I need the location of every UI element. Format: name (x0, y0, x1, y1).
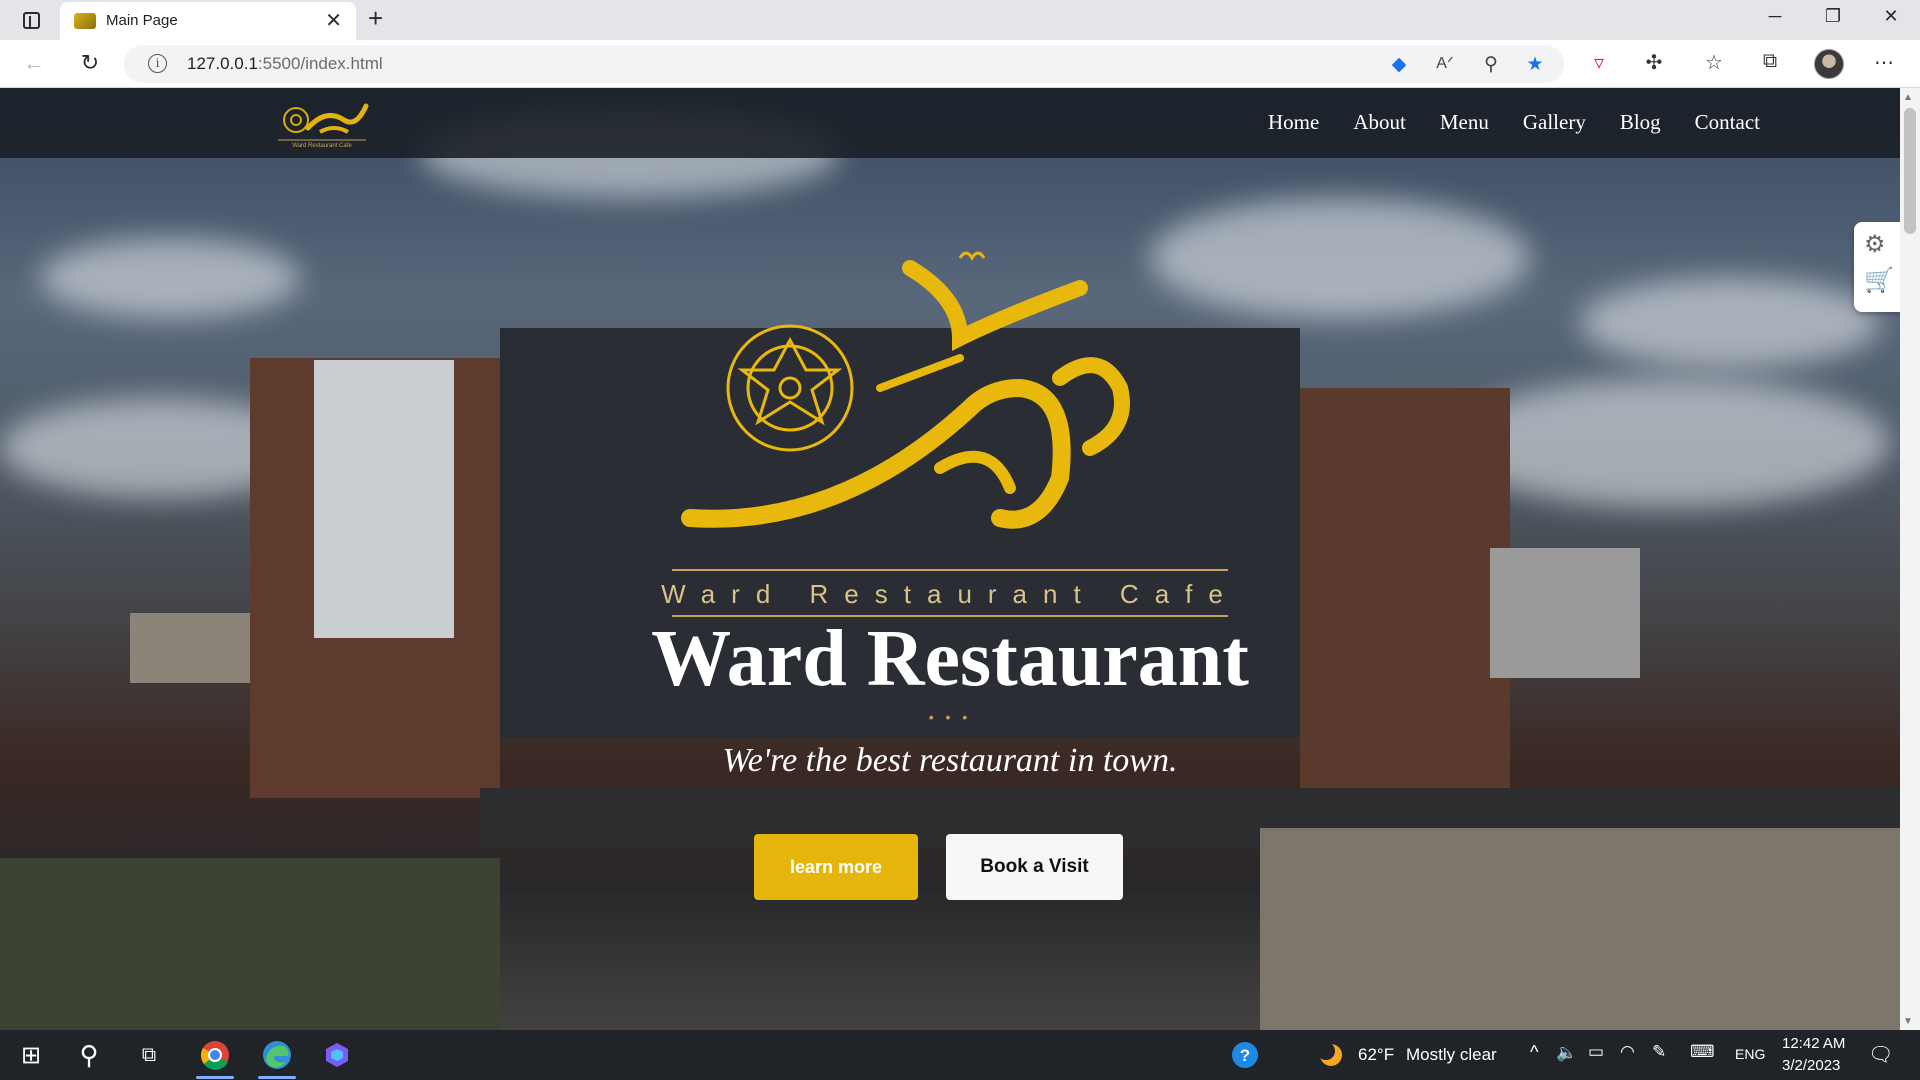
hero-logo-tagline: Ward Restaurant Cafe (661, 579, 1239, 609)
learn-more-button[interactable]: learn more (754, 834, 918, 900)
cart-icon[interactable]: 🛒 (1864, 266, 1894, 295)
volume-icon[interactable]: 🔈 (1556, 1043, 1577, 1063)
notifications-icon[interactable]: 🗨 (1868, 1042, 1893, 1067)
address-bar: ← ↻ i 127.0.0.1:5500/index.html ◆ Aᐟ ⚲ ★… (0, 40, 1920, 88)
tab-actions-icon[interactable] (14, 8, 48, 32)
rocks-foreground (1260, 828, 1900, 1030)
page-viewport: Ward Restaurant Cafe Home About Menu Gal… (0, 88, 1900, 1030)
profile-avatar[interactable] (1814, 49, 1844, 79)
taskbar: ⊞ ⚲ ⧉ ? 62°F Mostly clear ^ 🔈 ▭ ◠ ✎ ⌨ EN… (0, 1030, 1920, 1080)
chrome-icon[interactable] (196, 1038, 234, 1072)
nav-home[interactable]: Home (1268, 110, 1319, 135)
tab-bar: Main Page ✕ + ─ ❐ ✕ (0, 0, 1920, 40)
pen-icon[interactable]: ✎ (1652, 1042, 1666, 1062)
site-header: Ward Restaurant Cafe Home About Menu Gal… (0, 88, 1900, 158)
nav-gallery[interactable]: Gallery (1523, 110, 1586, 135)
header-logo-tagline: Ward Restaurant Cafe (292, 143, 352, 148)
edge-active-indicator (258, 1076, 296, 1079)
read-aloud-icon[interactable]: Aᐟ (1432, 53, 1458, 73)
cloud (1450, 378, 1890, 508)
edge-icon[interactable] (258, 1038, 296, 1072)
nav-menu[interactable]: Menu (1440, 110, 1489, 135)
refresh-icon[interactable]: ↻ (76, 50, 104, 76)
nav-blog[interactable]: Blog (1620, 110, 1661, 135)
favorite-star-icon[interactable]: ★ (1522, 53, 1548, 76)
nav-contact[interactable]: Contact (1695, 110, 1760, 135)
more-menu-icon[interactable]: ⋯ (1870, 50, 1898, 75)
minimize-icon[interactable]: ─ (1752, 6, 1798, 27)
weather-temp[interactable]: 62°F (1358, 1045, 1394, 1065)
clock-date[interactable]: 3/2/2023 (1782, 1057, 1840, 1074)
scrollbar-thumb[interactable] (1904, 108, 1916, 234)
nav-about[interactable]: About (1353, 110, 1406, 135)
hero-logo: Ward Restaurant Cafe (661, 251, 1239, 617)
scroll-up-arrow-icon[interactable]: ▲ (1903, 92, 1913, 103)
plants-foreground (0, 858, 500, 1030)
hero-divider-dots: • • • (928, 709, 972, 725)
weather-text[interactable]: Mostly clear (1406, 1045, 1497, 1065)
collections-icon[interactable]: ⧉ (1756, 50, 1784, 73)
battery-icon[interactable]: ▭ (1588, 1042, 1604, 1062)
tab-title: Main Page (106, 12, 178, 29)
url-path: :5500/index.html (257, 54, 383, 73)
favorites-icon[interactable]: ☆ (1700, 50, 1728, 75)
book-visit-button[interactable]: Book a Visit (946, 834, 1123, 900)
settings-gear-icon[interactable]: ⚙ (1864, 230, 1886, 259)
main-nav: Home About Menu Gallery Blog Contact (1268, 110, 1760, 135)
help-icon[interactable]: ? (1228, 1038, 1262, 1072)
cloud (1580, 278, 1880, 368)
close-window-icon[interactable]: ✕ (1868, 6, 1914, 27)
weather-moon-icon[interactable] (1316, 1038, 1346, 1072)
scroll-down-arrow-icon[interactable]: ▼ (1903, 1016, 1913, 1027)
windows-start-icon[interactable]: ⊞ (12, 1038, 50, 1072)
wifi-icon[interactable]: ◠ (1620, 1042, 1635, 1062)
search-icon[interactable]: ⚲ (70, 1038, 108, 1072)
side-widget: ⚙ 🛒 (1854, 222, 1900, 312)
language-indicator[interactable]: ENG (1735, 1046, 1765, 1062)
app-icon[interactable] (318, 1038, 356, 1072)
site-info-icon[interactable]: i (148, 54, 167, 73)
back-icon[interactable]: ← (20, 50, 48, 76)
url-host: 127.0.0.1 (187, 54, 258, 73)
svg-text:?: ? (1240, 1046, 1250, 1065)
zoom-out-icon[interactable]: ⚲ (1478, 53, 1504, 76)
extension-pocket-icon[interactable]: ▿ (1585, 50, 1613, 75)
show-hidden-icons-icon[interactable]: ^ (1530, 1042, 1538, 1063)
omnibox[interactable]: i 127.0.0.1:5500/index.html ◆ Aᐟ ⚲ ★ (124, 45, 1564, 83)
clock-time[interactable]: 12:42 AM (1782, 1035, 1845, 1052)
extensions-icon[interactable]: ✣ (1640, 50, 1668, 75)
task-view-icon[interactable]: ⧉ (130, 1038, 168, 1072)
cloud (40, 238, 300, 318)
new-tab-icon[interactable]: + (368, 3, 383, 34)
hero-title: Ward Restaurant (651, 615, 1249, 703)
restore-icon[interactable]: ❐ (1810, 6, 1856, 27)
header-logo[interactable]: Ward Restaurant Cafe (274, 98, 370, 148)
shopping-tag-icon[interactable]: ◆ (1386, 53, 1412, 76)
chrome-active-indicator (196, 1076, 234, 1079)
url-text[interactable]: 127.0.0.1:5500/index.html (187, 54, 383, 74)
building-sign-panel (314, 360, 454, 638)
tab-favicon-icon (74, 13, 96, 29)
keyboard-icon[interactable]: ⌨ (1690, 1042, 1715, 1062)
tab-close-icon[interactable]: ✕ (325, 8, 342, 33)
active-tab[interactable]: Main Page ✕ (60, 2, 356, 40)
hero-subtitle: We're the best restaurant in town. (722, 742, 1178, 779)
